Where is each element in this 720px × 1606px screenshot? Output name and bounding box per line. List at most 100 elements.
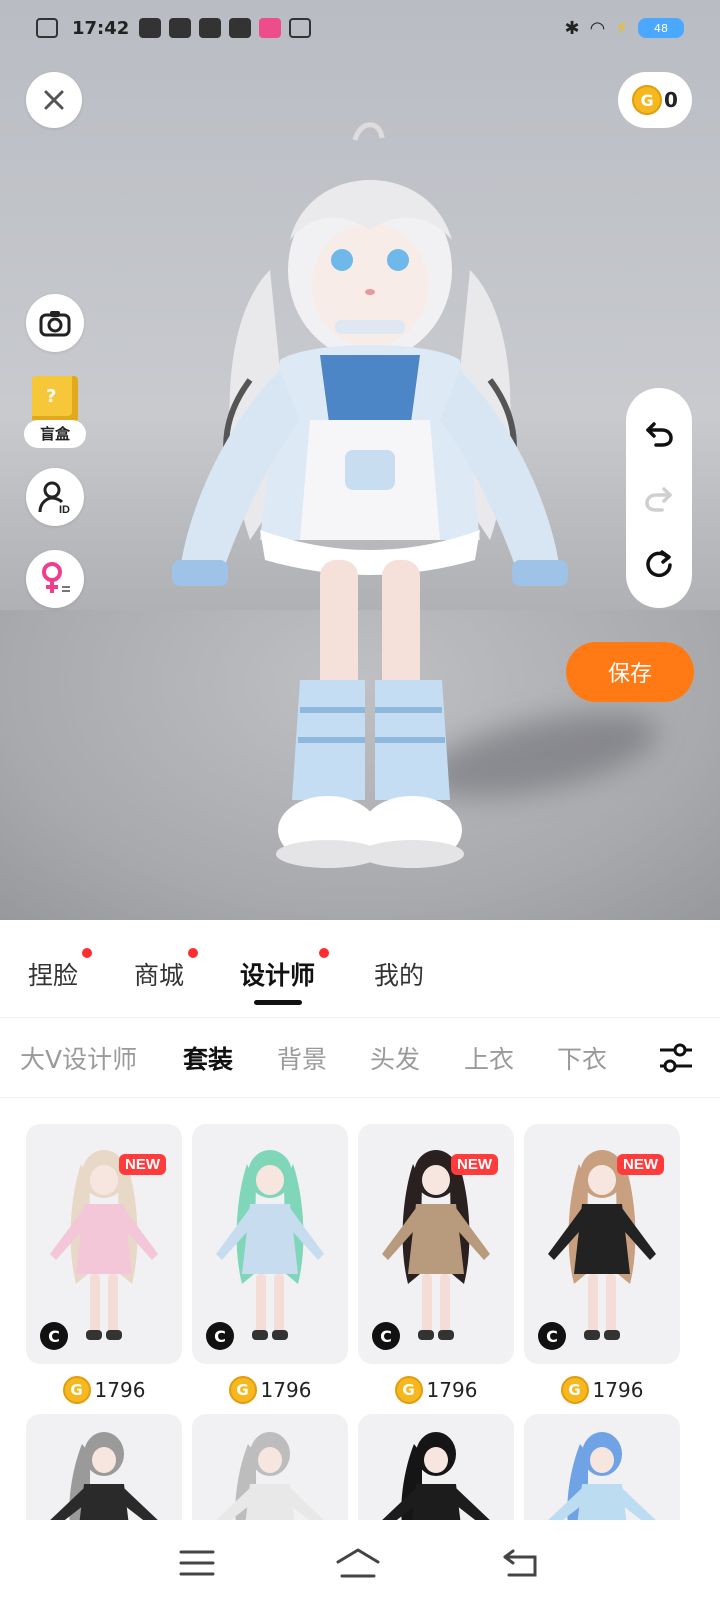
shoe — [438, 1330, 454, 1340]
tab-label: 商城 — [134, 961, 185, 990]
outfit-card[interactable] — [192, 1414, 348, 1534]
undo-icon[interactable] — [644, 418, 674, 448]
leg — [440, 1274, 450, 1334]
subtab-top[interactable]: 上衣 — [464, 1040, 514, 1076]
leg — [422, 1274, 432, 1334]
bluetooth-icon: ✱ — [564, 17, 580, 39]
outfit-card[interactable] — [358, 1414, 514, 1534]
home-icon[interactable] — [334, 1546, 382, 1580]
leg — [90, 1274, 100, 1334]
catalog-panel: 捏脸 商城 设计师 我的 大V设计师 套装 背景 头发 上衣 下衣 NEW C … — [0, 920, 720, 1534]
outfit-thumbnail: NEW C — [26, 1124, 182, 1364]
outfit-card[interactable] — [26, 1414, 182, 1534]
leg — [256, 1274, 266, 1334]
blind-box-label: 盲盒 — [24, 420, 86, 448]
notification-dot — [188, 948, 199, 958]
camera-button[interactable] — [26, 294, 84, 352]
outfit-figure — [378, 1432, 494, 1534]
camera-icon — [39, 311, 71, 337]
status-bar: 17:42 ✱ ◠ ⚡ 48 — [0, 0, 720, 56]
charging-icon: ⚡ — [615, 17, 628, 39]
subtab-hair[interactable]: 头发 — [370, 1040, 420, 1076]
user-id-icon: ID — [38, 481, 70, 514]
menu-icon[interactable] — [179, 1548, 215, 1578]
face — [92, 1447, 116, 1473]
leg — [588, 1274, 598, 1334]
outfit-thumbnail: NEW C — [358, 1124, 514, 1364]
subtab-bottom[interactable]: 下衣 — [557, 1040, 607, 1076]
face — [90, 1165, 118, 1195]
outfit-card[interactable] — [524, 1414, 680, 1534]
new-badge: NEW — [617, 1154, 664, 1175]
back-icon[interactable] — [501, 1547, 541, 1579]
subtab-background[interactable]: 背景 — [277, 1040, 327, 1076]
outfit-thumbnail — [26, 1414, 182, 1534]
creator-badge-icon: C — [40, 1322, 68, 1350]
coin-icon: G — [62, 1376, 91, 1404]
avatar-figure[interactable] — [160, 120, 580, 900]
tab-mine[interactable]: 我的 — [374, 956, 424, 992]
filter-sliders-icon[interactable] — [658, 1040, 694, 1076]
outfit-card[interactable]: NEW C G 1796 — [26, 1124, 182, 1404]
tab-label: 我的 — [374, 961, 425, 990]
face — [588, 1165, 616, 1195]
gender-switch-button[interactable] — [26, 550, 84, 608]
play-icon — [229, 18, 252, 38]
outfit-thumbnail — [358, 1414, 514, 1534]
new-badge: NEW — [119, 1154, 166, 1175]
avatar-stage[interactable] — [0, 0, 720, 920]
female-switch-icon — [42, 562, 70, 593]
outfit-card[interactable]: NEW C G 1796 — [524, 1124, 680, 1404]
leg — [606, 1274, 616, 1334]
notification-dot — [319, 948, 330, 958]
face — [590, 1447, 614, 1473]
new-badge: NEW — [451, 1154, 498, 1175]
outfit-card[interactable]: NEW C G 1796 — [358, 1124, 514, 1404]
price-value: 1796 — [426, 1378, 478, 1402]
blind-box-button[interactable]: 盲盒 — [24, 376, 86, 448]
close-icon — [44, 90, 64, 110]
leaf-icon — [289, 18, 312, 38]
video-icon — [169, 18, 192, 38]
wifi-icon: ◠ — [589, 17, 606, 39]
sim-icon — [36, 18, 58, 38]
tab-face[interactable]: 捏脸 — [28, 948, 93, 992]
face — [256, 1165, 284, 1195]
category-tabs: 大V设计师 套装 背景 头发 上衣 下衣 — [0, 1018, 720, 1098]
blind-box-icon — [32, 376, 78, 422]
shoe — [252, 1330, 268, 1340]
battery-indicator: 48 — [638, 18, 684, 38]
coin-icon: G — [228, 1376, 257, 1404]
outfit-thumbnail: NEW C — [524, 1124, 680, 1364]
shoe — [272, 1330, 288, 1340]
outfit-thumbnail — [192, 1414, 348, 1534]
redo-icon[interactable] — [644, 483, 674, 513]
creator-badge-icon: C — [372, 1322, 400, 1350]
outfit-figure — [212, 1432, 328, 1534]
close-button[interactable] — [26, 72, 82, 128]
price-value: 1796 — [592, 1378, 644, 1402]
avatar-id-button[interactable]: ID — [26, 468, 84, 526]
notification-dot — [82, 948, 93, 958]
outfit-price: G 1796 — [358, 1376, 514, 1404]
coin-balance[interactable]: G 0 — [618, 72, 692, 128]
price-value: 1796 — [94, 1378, 146, 1402]
status-time: 17:42 — [72, 17, 130, 39]
face — [422, 1165, 450, 1195]
subtab-bigv-designer[interactable]: 大V设计师 — [20, 1040, 137, 1076]
subtab-outfit-set[interactable]: 套装 — [183, 1040, 233, 1076]
outfit-thumbnail: C — [192, 1124, 348, 1364]
app-badge-icon — [259, 18, 282, 38]
leg — [108, 1274, 118, 1334]
record-icon — [199, 18, 222, 38]
tab-designer[interactable]: 设计师 — [240, 948, 330, 992]
save-button[interactable]: 保存 — [566, 642, 694, 702]
outfit-card[interactable]: C G 1796 — [192, 1124, 348, 1404]
shoe — [86, 1330, 102, 1340]
tab-store[interactable]: 商城 — [134, 948, 199, 992]
price-value: 1796 — [260, 1378, 312, 1402]
reset-icon[interactable] — [644, 548, 674, 578]
coin-icon: G — [560, 1376, 589, 1404]
app-k-icon — [139, 18, 162, 38]
outfit-price: G 1796 — [524, 1376, 680, 1404]
